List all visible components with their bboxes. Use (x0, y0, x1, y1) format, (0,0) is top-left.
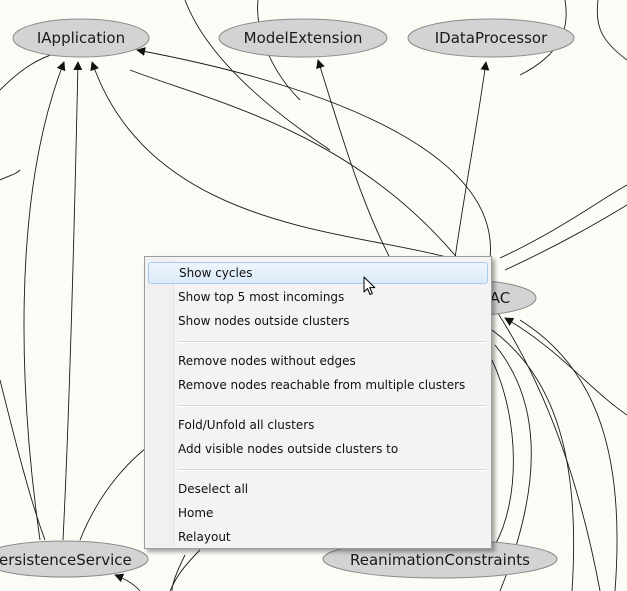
edge-bg-9 (499, 184, 627, 259)
node-label: IDataProcessor (435, 29, 548, 47)
menu-item-deselect-all[interactable]: Deselect all (148, 478, 488, 500)
menu-item-home[interactable]: Home (148, 502, 488, 524)
menu-item-show-cycles[interactable]: Show cycles (148, 262, 488, 284)
node-idataprocessor[interactable]: IDataProcessor (407, 18, 575, 58)
menu-separator (178, 341, 486, 343)
edge-central-modelextension (316, 59, 391, 259)
node-label: ModelExtension (244, 29, 363, 47)
edge-bg-11 (504, 317, 627, 416)
menu-separator (178, 405, 486, 407)
menu-item-fold-unfold-clusters[interactable]: Fold/Unfold all clusters (148, 414, 488, 436)
menu-item-relayout[interactable]: Relayout (148, 526, 488, 548)
edge-persistence-iapplication-1 (62, 61, 83, 541)
menu-item-show-nodes-outside-clusters[interactable]: Show nodes outside clusters (148, 310, 488, 332)
node-label: AC (490, 289, 510, 307)
menu-item-show-top-5-most-incomings[interactable]: Show top 5 most incomings (148, 286, 488, 308)
edge-persistence-iapplication-2 (23, 61, 66, 541)
edge-bg-3 (596, 0, 627, 61)
edge-bg-19 (114, 573, 141, 591)
node-label: ersistenceService (0, 551, 132, 569)
arrow-cursor-icon (363, 276, 376, 295)
edge-bg-7 (0, 379, 46, 541)
edge-bg-17 (169, 549, 201, 591)
menu-separator (178, 469, 486, 471)
node-label: IApplication (37, 29, 125, 47)
menu-item-remove-nodes-reachable[interactable]: Remove nodes reachable from multiple clu… (148, 374, 488, 396)
edge-bg-15 (491, 359, 514, 546)
edge-central-iapplication-1 (136, 47, 491, 259)
context-menu: Show cycles Show top 5 most incomings Sh… (144, 256, 492, 549)
node-label: ReanimationConstraints (350, 551, 530, 569)
node-persistenceservice[interactable]: ersistenceService (0, 540, 149, 578)
edge-central-iapplication-2 (90, 61, 451, 259)
node-modelextension[interactable]: ModelExtension (218, 18, 388, 58)
menu-item-add-visible-nodes[interactable]: Add visible nodes outside clusters to (148, 438, 488, 460)
edge-central-idataprocessor (454, 61, 490, 259)
edge-bg-6 (0, 169, 21, 181)
menu-item-remove-nodes-without-edges[interactable]: Remove nodes without edges (148, 350, 488, 372)
edge-bg-18 (171, 554, 186, 591)
edge-bg-8 (79, 444, 151, 541)
node-iapplication[interactable]: IApplication (12, 18, 150, 58)
edge-bg-10 (504, 204, 627, 271)
